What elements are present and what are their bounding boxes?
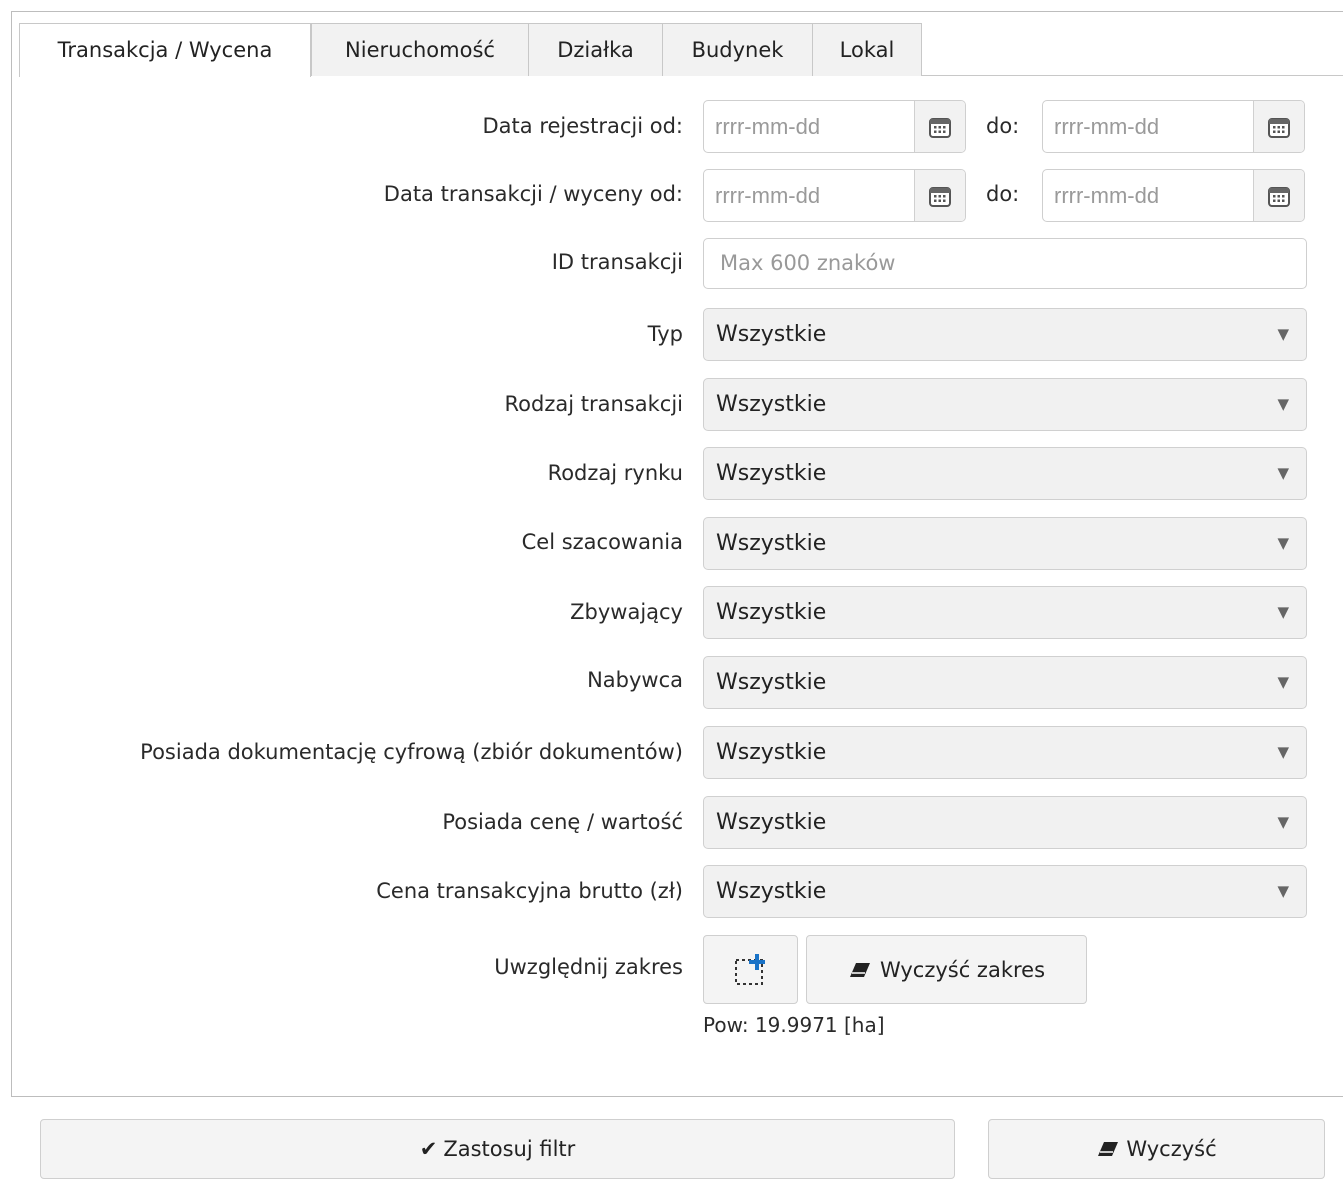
clear-range-button[interactable]: Wyczyść zakres — [806, 935, 1087, 1004]
reg-date-from-placeholder: rrrr-mm-dd — [715, 114, 821, 139]
select-area-plus-icon — [734, 953, 765, 985]
eraser-icon — [849, 962, 870, 977]
reg-date-to-placeholder: rrrr-mm-dd — [1054, 114, 1160, 139]
dokumentacja-cyfrowa-label: Posiada dokumentację cyfrową (zbiór doku… — [140, 740, 683, 764]
reg-date-from-input[interactable]: rrrr-mm-dd — [703, 100, 966, 153]
posiada-cene-select[interactable]: Wszystkie ▼ — [703, 796, 1307, 849]
calendar-icon[interactable] — [914, 170, 965, 221]
chevron-down-icon: ▼ — [1277, 882, 1289, 900]
trans-date-from-placeholder: rrrr-mm-dd — [715, 183, 821, 208]
reg-date-to-label: do: — [986, 114, 1020, 138]
apply-filter-button[interactable]: ✔ Zastosuj filtr — [40, 1119, 955, 1179]
tab-lokal[interactable]: Lokal — [812, 23, 922, 76]
cena-brutto-select-value: Wszystkie — [716, 879, 827, 904]
typ-select[interactable]: Wszystkie ▼ — [703, 308, 1307, 361]
chevron-down-icon: ▼ — [1277, 325, 1289, 343]
trans-date-to-placeholder: rrrr-mm-dd — [1054, 183, 1160, 208]
chevron-down-icon: ▼ — [1277, 534, 1289, 552]
rodzaj-rynku-label: Rodzaj rynku — [547, 461, 683, 485]
trans-date-to-input[interactable]: rrrr-mm-dd — [1042, 169, 1305, 222]
rodzaj-rynku-select[interactable]: Wszystkie ▼ — [703, 447, 1307, 500]
clear-label: Wyczyść — [1126, 1137, 1217, 1161]
cel-szacowania-label: Cel szacowania — [521, 530, 683, 554]
trans-date-label: Data transakcji / wyceny od: — [383, 182, 683, 206]
cena-brutto-label: Cena transakcyjna brutto (zł) — [376, 879, 683, 903]
dokumentacja-cyfrowa-select-value: Wszystkie — [716, 740, 827, 765]
nabywca-select[interactable]: Wszystkie ▼ — [703, 656, 1307, 709]
area-text: Pow: 19.9971 [ha] — [703, 1013, 885, 1037]
chevron-down-icon: ▼ — [1277, 813, 1289, 831]
typ-select-value: Wszystkie — [716, 322, 827, 347]
tab-dzialka[interactable]: Działka — [528, 23, 663, 76]
zbywajacy-label: Zbywający — [570, 600, 683, 624]
tab-nieruchomosc[interactable]: Nieruchomość — [311, 23, 529, 76]
trans-date-from-input[interactable]: rrrr-mm-dd — [703, 169, 966, 222]
zbywajacy-select-value: Wszystkie — [716, 600, 827, 625]
eraser-icon — [1098, 1142, 1119, 1156]
dokumentacja-cyfrowa-select[interactable]: Wszystkie ▼ — [703, 726, 1307, 779]
chevron-down-icon: ▼ — [1277, 673, 1289, 691]
rodzaj-transakcji-label: Rodzaj transakcji — [504, 392, 683, 416]
cena-brutto-select[interactable]: Wszystkie ▼ — [703, 865, 1307, 918]
posiada-cene-select-value: Wszystkie — [716, 810, 827, 835]
cel-szacowania-select-value: Wszystkie — [716, 531, 827, 556]
id-transaction-label: ID transakcji — [551, 250, 683, 274]
rodzaj-transakcji-select-value: Wszystkie — [716, 392, 827, 417]
chevron-down-icon: ▼ — [1277, 395, 1289, 413]
reg-date-to-input[interactable]: rrrr-mm-dd — [1042, 100, 1305, 153]
rodzaj-rynku-select-value: Wszystkie — [716, 461, 827, 486]
tab-bar: Transakcja / Wycena Nieruchomość Działka… — [11, 11, 1343, 77]
apply-filter-label: Zastosuj filtr — [443, 1137, 576, 1161]
chevron-down-icon: ▼ — [1277, 464, 1289, 482]
zbywajacy-select[interactable]: Wszystkie ▼ — [703, 586, 1307, 639]
id-transaction-input[interactable]: Max 600 znaków — [703, 238, 1307, 289]
range-label: Uwzględnij zakres — [494, 955, 683, 979]
calendar-icon[interactable] — [1253, 170, 1304, 221]
clear-range-label: Wyczyść zakres — [879, 957, 1046, 982]
nabywca-label: Nabywca — [587, 668, 683, 692]
rodzaj-transakcji-select[interactable]: Wszystkie ▼ — [703, 378, 1307, 431]
cel-szacowania-select[interactable]: Wszystkie ▼ — [703, 517, 1307, 570]
typ-label: Typ — [647, 322, 683, 346]
reg-date-label: Data rejestracji od: — [482, 114, 683, 138]
clear-button[interactable]: Wyczyść — [988, 1119, 1325, 1179]
chevron-down-icon: ▼ — [1277, 603, 1289, 621]
tab-budynek[interactable]: Budynek — [662, 23, 813, 76]
calendar-icon[interactable] — [914, 101, 965, 152]
check-icon: ✔ — [419, 1137, 438, 1161]
calendar-icon[interactable] — [1253, 101, 1304, 152]
tab-transakcja-wycena[interactable]: Transakcja / Wycena — [19, 23, 311, 77]
trans-date-to-label: do: — [986, 182, 1020, 206]
chevron-down-icon: ▼ — [1277, 743, 1289, 761]
select-area-button[interactable] — [703, 935, 798, 1004]
posiada-cene-label: Posiada cenę / wartość — [442, 810, 683, 834]
nabywca-select-value: Wszystkie — [716, 670, 827, 695]
